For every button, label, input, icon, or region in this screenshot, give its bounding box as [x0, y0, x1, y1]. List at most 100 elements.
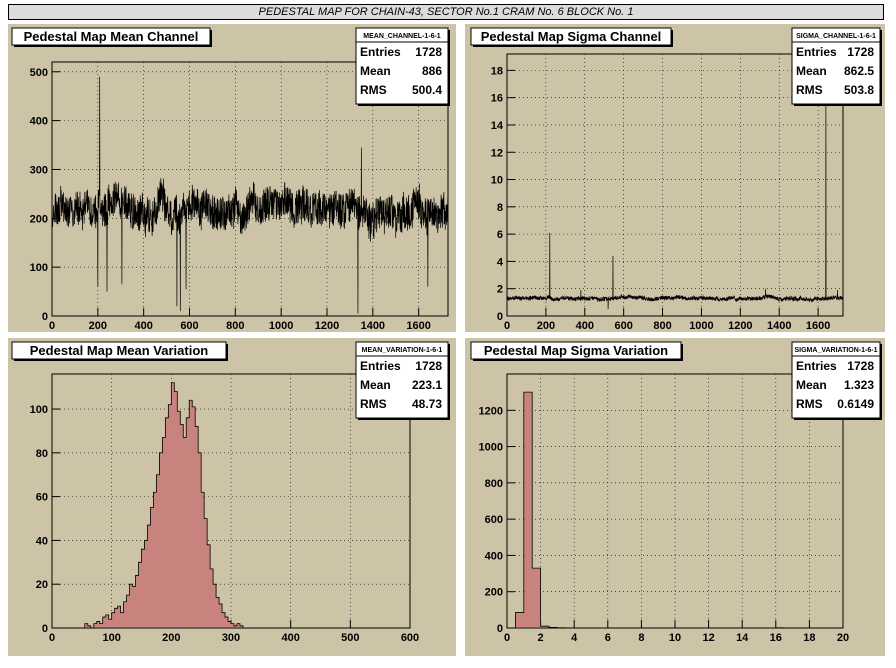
x-tick-label: 1400 — [767, 320, 791, 332]
y-tick-label: 800 — [485, 478, 503, 490]
stats-label: RMS — [360, 397, 387, 411]
x-tick-label: 600 — [401, 632, 419, 644]
stats-label: RMS — [796, 397, 823, 411]
y-tick-label: 0 — [497, 623, 503, 635]
stats-label: Entries — [360, 359, 401, 373]
x-tick-label: 600 — [180, 320, 198, 332]
y-tick-label: 6 — [497, 229, 503, 241]
chart-title: Pedestal Map Mean Channel — [24, 29, 199, 44]
y-tick-label: 40 — [36, 535, 48, 547]
x-tick-label: 500 — [341, 632, 359, 644]
x-tick-label: 200 — [537, 320, 555, 332]
chart-title: Pedestal Map Mean Variation — [30, 343, 209, 358]
stats-value: 886 — [422, 64, 442, 78]
y-tick-label: 4 — [497, 256, 504, 268]
stats-value: 503.8 — [844, 83, 874, 97]
x-tick-label: 0 — [49, 632, 55, 644]
y-tick-label: 200 — [30, 213, 48, 225]
stats-label: Entries — [796, 45, 837, 59]
y-tick-label: 2 — [497, 284, 503, 296]
y-tick-label: 60 — [36, 492, 48, 504]
y-tick-label: 500 — [30, 67, 48, 79]
stats-name: MEAN_VARIATION-1-6-1 — [362, 347, 443, 354]
y-tick-label: 1200 — [479, 405, 503, 417]
x-tick-label: 200 — [89, 320, 107, 332]
chart-mean-channel: 0 200 400 600 800 1000 1200 1400 1600 0 100 200 300 4… — [11, 27, 450, 332]
chart-title: Pedestal Map Sigma Variation — [484, 343, 668, 358]
pad-mean-variation: 0 100 200 300 400 500 600 0 20 40 60 80 100 Pedestal … — [8, 338, 456, 656]
chart-sigma-variation: 0 2 4 6 8 10 12 14 16 18 20020040060080010001200Pe… — [470, 341, 882, 644]
y-tick-label: 20 — [36, 579, 48, 591]
x-tick-label: 200 — [162, 632, 180, 644]
stats-value: 1728 — [415, 359, 442, 373]
stats-value: 1728 — [415, 45, 442, 59]
x-tick-label: 18 — [803, 632, 815, 644]
x-tick-label: 4 — [571, 632, 578, 644]
y-tick-label: 300 — [30, 164, 48, 176]
stats-label: RMS — [796, 83, 823, 97]
stats-label: Mean — [796, 378, 827, 392]
x-tick-label: 400 — [134, 320, 152, 332]
x-tick-label: 0 — [504, 632, 510, 644]
stats-label: Mean — [796, 64, 827, 78]
pad-sigma-channel: 0 200 400 600 800 1000 1200 1400 1600 0 2 4 6 8 10 12 14… — [465, 24, 885, 332]
x-tick-label: 400 — [281, 632, 299, 644]
x-tick-label: 1200 — [728, 320, 752, 332]
y-tick-label: 8 — [497, 202, 503, 214]
x-tick-label: 1200 — [315, 320, 339, 332]
y-tick-label: 0 — [42, 623, 48, 635]
y-tick-label: 0 — [42, 311, 48, 323]
stats-value: 48.73 — [412, 397, 442, 411]
x-tick-label: 1600 — [806, 320, 830, 332]
y-tick-label: 100 — [30, 404, 48, 416]
y-tick-label: 14 — [491, 120, 504, 132]
y-tick-label: 400 — [30, 116, 48, 128]
x-tick-label: 400 — [576, 320, 594, 332]
chart-title: Pedestal Map Sigma Channel — [481, 29, 662, 44]
stats-label: Mean — [360, 378, 391, 392]
x-tick-label: 800 — [226, 320, 244, 332]
page-title: PEDESTAL MAP FOR CHAIN-43, SECTOR No.1 C… — [8, 4, 884, 20]
x-tick-label: 300 — [222, 632, 240, 644]
x-tick-label: 16 — [770, 632, 782, 644]
x-tick-label: 2 — [538, 632, 544, 644]
y-tick-label: 16 — [491, 93, 503, 105]
x-tick-label: 1000 — [269, 320, 293, 332]
x-tick-label: 20 — [837, 632, 849, 644]
stats-value: 500.4 — [412, 83, 442, 97]
stats-label: Entries — [360, 45, 401, 59]
pad-sigma-variation: 0 2 4 6 8 10 12 14 16 18 20 0 200 400 600 800 1000 1200 Pe… — [465, 338, 885, 656]
y-tick-label: 1000 — [479, 442, 503, 454]
x-tick-label: 12 — [702, 632, 714, 644]
x-tick-label: 0 — [49, 320, 55, 332]
x-tick-label: 100 — [102, 632, 120, 644]
stats-label: Mean — [360, 64, 391, 78]
x-tick-label: 600 — [614, 320, 632, 332]
y-tick-label: 12 — [491, 147, 503, 159]
y-tick-label: 600 — [485, 514, 503, 526]
stats-value: 1728 — [847, 359, 874, 373]
x-tick-label: 800 — [653, 320, 671, 332]
chart-sigma-channel: 0 200 400 600 800 1000 1200 1400 1600 0 2 4 6 8 10 12 14… — [470, 27, 882, 332]
y-tick-label: 200 — [485, 587, 503, 599]
y-tick-label: 10 — [491, 175, 503, 187]
stats-label: Entries — [796, 359, 837, 373]
stats-name: SIGMA_VARIATION-1-6-1 — [795, 347, 878, 354]
x-tick-label: 1400 — [361, 320, 385, 332]
y-tick-label: 18 — [491, 65, 503, 77]
y-tick-label: 80 — [36, 448, 48, 460]
chart-mean-variation: 0 100 200 300 400 500 600 0 20 40 60 80 100 Pedestal … — [11, 341, 450, 644]
stats-label: RMS — [360, 83, 387, 97]
stats-value: 1728 — [847, 45, 874, 59]
y-tick-label: 100 — [30, 262, 48, 274]
y-tick-label: 0 — [497, 311, 503, 323]
pad-mean-channel: 0 200 400 600 800 1000 1200 1400 1600 0 100 200 300 4… — [8, 24, 456, 332]
stats-name: SIGMA_CHANNEL-1-6-1 — [796, 33, 876, 40]
x-tick-label: 10 — [669, 632, 681, 644]
stats-value: 0.6149 — [837, 397, 874, 411]
stats-value: 223.1 — [412, 378, 442, 392]
x-tick-label: 8 — [638, 632, 644, 644]
stats-value: 862.5 — [844, 64, 874, 78]
y-tick-label: 400 — [485, 550, 503, 562]
x-tick-label: 1600 — [406, 320, 430, 332]
